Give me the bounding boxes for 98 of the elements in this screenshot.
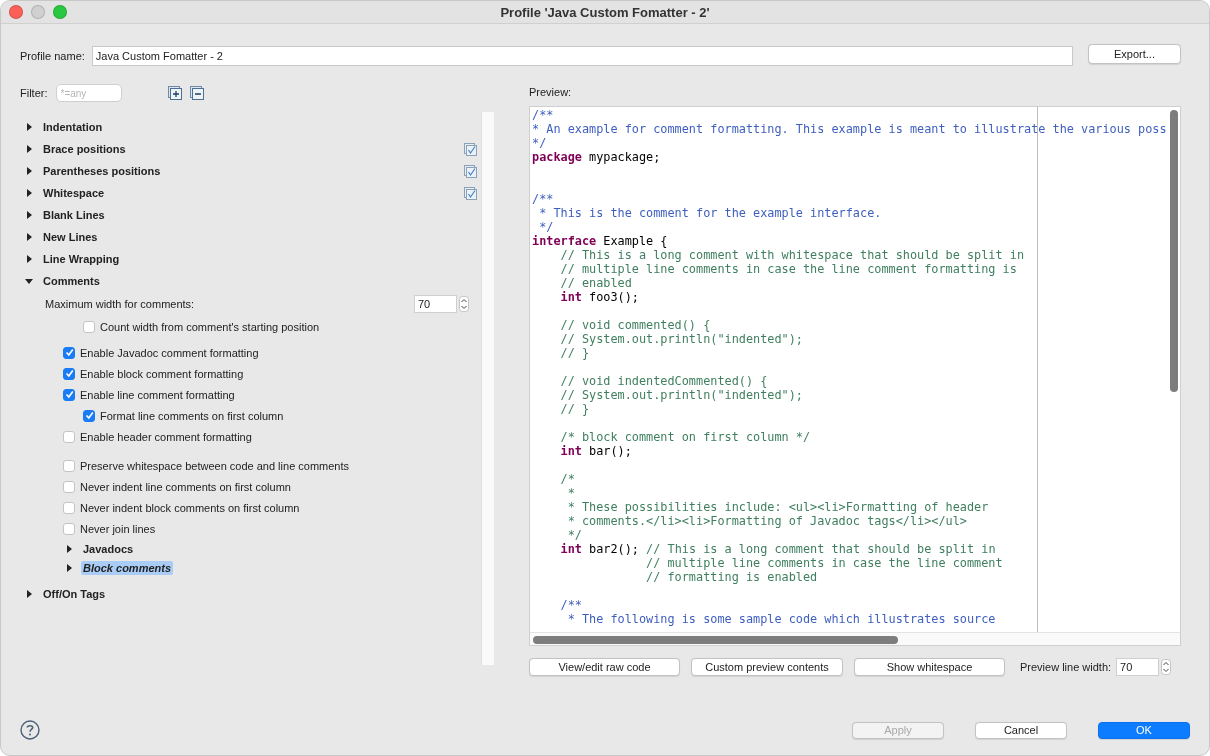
- disclosure-triangle-icon[interactable]: [25, 167, 33, 175]
- ok-button[interactable]: OK: [1098, 721, 1190, 739]
- checkbox[interactable]: [63, 346, 75, 359]
- option-label: Format line comments on first column: [100, 409, 284, 422]
- checkbox[interactable]: [63, 522, 75, 535]
- code-line: // This is a long comment with whitespace that should be split in: [559, 248, 1025, 262]
- checkbox[interactable]: [83, 409, 95, 422]
- option-label: Never indent line comments on first column: [80, 480, 291, 493]
- checkbox[interactable]: [63, 459, 75, 472]
- disclosure-triangle-icon[interactable]: [25, 123, 33, 131]
- code-line: // enabled: [559, 276, 633, 290]
- code-line: // void commented() {: [559, 318, 712, 332]
- disclosure-triangle-icon[interactable]: [65, 563, 73, 572]
- code-line: /*: [559, 472, 576, 486]
- expand-all-icon[interactable]: [167, 86, 182, 100]
- preview-button[interactable]: View/edit raw code: [529, 658, 680, 676]
- zoom-button[interactable]: [53, 5, 67, 19]
- field-label: Preview line width:: [1020, 661, 1112, 673]
- checkbox[interactable]: [83, 320, 95, 333]
- filter-field[interactable]: *=any: [55, 84, 122, 102]
- close-button[interactable]: [9, 5, 23, 19]
- preview-button[interactable]: Show whitespace: [854, 658, 1005, 676]
- tree-item[interactable]: Off/On Tags: [41, 587, 108, 601]
- code-line: *: [566, 486, 576, 500]
- preview-button[interactable]: Custom preview contents: [691, 658, 843, 676]
- tree-item[interactable]: Whitespace: [41, 186, 107, 200]
- checkbox[interactable]: [63, 501, 75, 514]
- disclosure-triangle-icon[interactable]: [25, 145, 33, 153]
- code-line: // }: [559, 346, 591, 360]
- number-field[interactable]: 70: [414, 295, 457, 313]
- option-label: Enable header comment formatting: [80, 430, 252, 443]
- tree-item[interactable]: Parentheses positions: [41, 164, 163, 178]
- tree-item[interactable]: Indentation: [41, 120, 105, 134]
- option-label: Enable line comment formatting: [80, 388, 235, 401]
- option-label: Preserve whitespace between code and line comments: [80, 459, 350, 472]
- code-line: * The following is some sample code which illustrates source: [566, 612, 997, 626]
- help-icon[interactable]: [20, 720, 40, 740]
- option-label: Maximum width for comments:: [45, 298, 195, 310]
- code-line: // multiple line comments in case the line comment formatting is: [559, 262, 1018, 276]
- tree-item[interactable]: Block comments: [81, 560, 174, 575]
- code-line: */: [538, 220, 555, 234]
- checkbox[interactable]: [63, 388, 75, 401]
- code-line: * These possibilities include: <ul><li>Formatting of header: [566, 500, 990, 514]
- scrollbar-thumb[interactable]: [533, 636, 898, 644]
- code-line: /**: [559, 598, 583, 612]
- tree-item[interactable]: Blank Lines: [41, 208, 107, 222]
- option-label: Enable block comment formatting: [80, 367, 244, 380]
- checkbox[interactable]: [63, 480, 75, 493]
- checkbox[interactable]: [63, 367, 75, 380]
- disclosure-triangle-icon[interactable]: [25, 189, 33, 197]
- code-line: */: [566, 528, 583, 542]
- disclosure-triangle-icon[interactable]: [25, 211, 33, 219]
- scrollbar-track[interactable]: [481, 112, 494, 665]
- option-label: Never indent block comments on first column: [80, 501, 300, 514]
- disclosure-triangle-icon[interactable]: [25, 233, 33, 241]
- option-label: Enable Javadoc comment formatting: [80, 346, 259, 359]
- code-line: // formatting is enabled: [645, 570, 819, 584]
- code-line: interface Example {: [532, 234, 669, 248]
- tree-item[interactable]: New Lines: [41, 230, 100, 244]
- code-line: * This is the comment for the example interface.: [538, 206, 883, 220]
- profile-name-field[interactable]: Java Custom Fomatter - 2: [91, 46, 1073, 66]
- code-line: // multiple line comments in case the line comment: [645, 556, 1004, 570]
- dialog-button[interactable]: Cancel: [975, 721, 1067, 739]
- window-title: Profile 'Java Custom Fomatter - 2': [499, 4, 711, 20]
- stepper-icon[interactable]: [459, 296, 469, 312]
- tree-item[interactable]: Javadocs: [81, 541, 136, 556]
- export-button[interactable]: Export...: [1088, 44, 1181, 64]
- code-line: * An example for comment formatting. This example is meant to illustrate the various poss: [532, 122, 1168, 136]
- code-line: // System.out.println("indented");: [559, 332, 804, 346]
- tree-item[interactable]: Line Wrapping: [41, 252, 122, 266]
- collapse-all-icon[interactable]: [189, 86, 204, 100]
- code-line: /* block comment on first column */: [559, 430, 812, 444]
- field-label: Profile name:: [20, 50, 85, 62]
- code-line: // System.out.println("indented");: [559, 388, 804, 402]
- disclosure-triangle-icon[interactable]: [65, 544, 73, 553]
- code-line: /**: [532, 108, 555, 122]
- option-label: Never join lines: [80, 522, 156, 535]
- disclosure-triangle-icon[interactable]: [25, 277, 33, 285]
- tree-item[interactable]: Brace positions: [41, 142, 128, 156]
- number-field[interactable]: 70: [1116, 658, 1160, 676]
- code-line: int bar2(); // This is a long comment that should be split in: [559, 542, 997, 556]
- stepper-icon[interactable]: [1161, 659, 1172, 675]
- code-line: */: [532, 136, 548, 150]
- code-line: package mypackage;: [532, 150, 662, 164]
- scrollbar-thumb[interactable]: [1170, 110, 1178, 392]
- field-label: Filter:: [20, 87, 48, 99]
- code-line: int foo3();: [559, 290, 640, 304]
- code-line: /**: [532, 192, 555, 206]
- code-line: // }: [559, 402, 591, 416]
- code-line: int bar();: [559, 444, 633, 458]
- checkbox[interactable]: [63, 430, 75, 443]
- code-line: * comments.</li><li>Formatting of Javadoc tags</li></ul>: [566, 514, 968, 528]
- tree-item[interactable]: Comments: [41, 274, 102, 288]
- preview-label: Preview:: [529, 86, 573, 98]
- option-label: Count width from comment's starting position: [100, 320, 320, 333]
- code-line: // void indentedCommented() {: [559, 374, 769, 388]
- disclosure-triangle-icon[interactable]: [25, 590, 33, 598]
- disclosure-triangle-icon[interactable]: [25, 255, 33, 263]
